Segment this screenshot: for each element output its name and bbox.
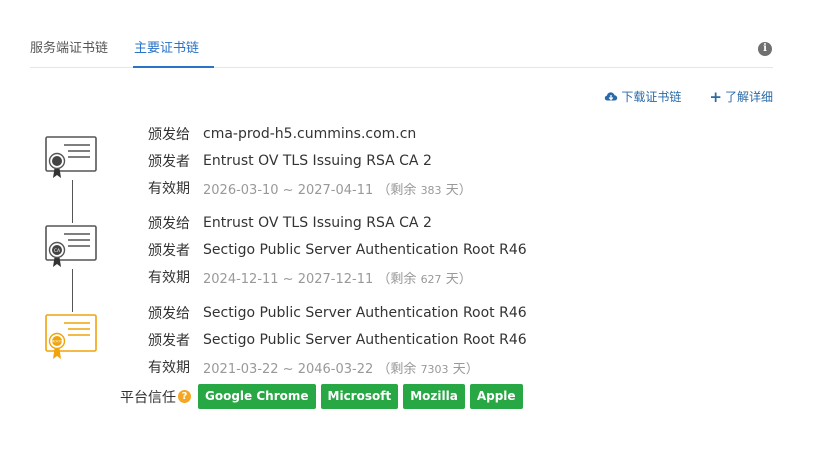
intermediate-certificate-icon: CA: [42, 223, 98, 269]
remaining-prefix: （剩余: [377, 271, 417, 287]
issuer-value: Entrust OV TLS Issuing RSA CA 2: [203, 153, 432, 169]
tab-server-chain[interactable]: 服务端证书链: [30, 37, 108, 56]
issued-to-label: 颁发给: [148, 216, 190, 232]
ca-badge-text: CA: [54, 248, 61, 254]
remaining-suffix: 天）: [445, 271, 472, 287]
trust-badge-microsoft[interactable]: Microsoft: [320, 384, 399, 409]
platform-trust-label: 平台信任: [120, 389, 176, 406]
download-chain-label: 下载证书链: [621, 90, 682, 104]
issued-to-value: cma-prod-h5.cummins.com.cn: [203, 126, 417, 142]
download-chain-button[interactable]: 下载证书链: [604, 88, 681, 105]
issuer-label: 颁发者: [148, 333, 190, 349]
cert-1-validity: 有效期 2026-03-10 ~ 2027-04-11 （剩余 383 天）: [130, 178, 472, 198]
learn-more-label: 了解详细: [724, 90, 773, 104]
platform-trust: 平台信任 ? Google Chrome Microsoft Mozilla A…: [120, 384, 523, 409]
validity-label: 有效期: [148, 270, 190, 286]
leaf-certificate-icon: [42, 134, 98, 180]
cert-1-issued-to: 颁发给 cma-prod-h5.cummins.com.cn: [130, 124, 416, 144]
cert-3-issuer: 颁发者 Sectigo Public Server Authentication…: [130, 330, 527, 350]
validity-range: 2021-03-22 ~ 2046-03-22: [203, 361, 374, 377]
certificate-chain-graphic: CA ROOT: [42, 134, 104, 364]
root-certificate-icon: ROOT: [42, 312, 98, 362]
validity-label: 有效期: [148, 181, 190, 197]
validity-range: 2024-12-11 ~ 2027-12-11: [203, 271, 374, 287]
info-icon[interactable]: i: [758, 42, 772, 56]
issuer-label: 颁发者: [148, 154, 190, 170]
issuer-label: 颁发者: [148, 243, 190, 259]
validity-range: 2026-03-10 ~ 2027-04-11: [203, 182, 374, 198]
issued-to-label: 颁发给: [148, 306, 190, 322]
tab-main-chain[interactable]: 主要证书链: [134, 37, 199, 56]
cert-3-validity: 有效期 2021-03-22 ~ 2046-03-22 （剩余 7303 天）: [130, 357, 479, 377]
cert-1-issuer: 颁发者 Entrust OV TLS Issuing RSA CA 2: [130, 151, 432, 171]
remaining-days: 627: [420, 272, 442, 286]
issued-to-value: Sectigo Public Server Authentication Roo…: [203, 305, 527, 321]
remaining-days: 7303: [420, 362, 449, 376]
trust-badge-google-chrome[interactable]: Google Chrome: [198, 384, 316, 409]
cert-2-issued-to: 颁发给 Entrust OV TLS Issuing RSA CA 2: [130, 213, 432, 233]
validity-value: 2026-03-10 ~ 2027-04-11 （剩余 383 天）: [203, 179, 472, 198]
trust-badges: Google Chrome Microsoft Mozilla Apple: [198, 384, 523, 409]
cert-2-validity: 有效期 2024-12-11 ~ 2027-12-11 （剩余 627 天）: [130, 267, 472, 287]
remaining-prefix: （剩余: [377, 182, 417, 198]
remaining-suffix: 天）: [452, 361, 479, 377]
validity-value: 2024-12-11 ~ 2027-12-11 （剩余 627 天）: [203, 268, 472, 287]
issuer-value: Sectigo Public Server Authentication Roo…: [203, 242, 527, 258]
issued-to-value: Entrust OV TLS Issuing RSA CA 2: [203, 215, 432, 231]
issued-to-label: 颁发给: [148, 127, 190, 143]
issuer-value: Sectigo Public Server Authentication Roo…: [203, 332, 527, 348]
trust-badge-apple[interactable]: Apple: [469, 384, 523, 409]
trust-badge-mozilla[interactable]: Mozilla: [403, 384, 465, 409]
validity-value: 2021-03-22 ~ 2046-03-22 （剩余 7303 天）: [203, 358, 479, 377]
help-icon[interactable]: ?: [178, 390, 191, 403]
remaining-prefix: （剩余: [377, 361, 417, 377]
cert-2-issuer: 颁发者 Sectigo Public Server Authentication…: [130, 240, 527, 260]
plus-icon: +: [709, 87, 722, 106]
root-badge-text: ROOT: [52, 340, 63, 344]
remaining-suffix: 天）: [445, 182, 472, 198]
chain-actions: 下载证书链 + 了解详细: [604, 88, 773, 105]
validity-label: 有效期: [148, 360, 190, 376]
active-tab-indicator: [133, 66, 214, 68]
remaining-days: 383: [420, 183, 442, 197]
learn-more-button[interactable]: + 了解详细: [709, 88, 773, 105]
cert-3-issued-to: 颁发给 Sectigo Public Server Authentication…: [130, 303, 527, 323]
cert-chain-tabs: 服务端证书链 主要证书链 i: [30, 28, 773, 68]
cloud-download-icon: [605, 91, 618, 100]
